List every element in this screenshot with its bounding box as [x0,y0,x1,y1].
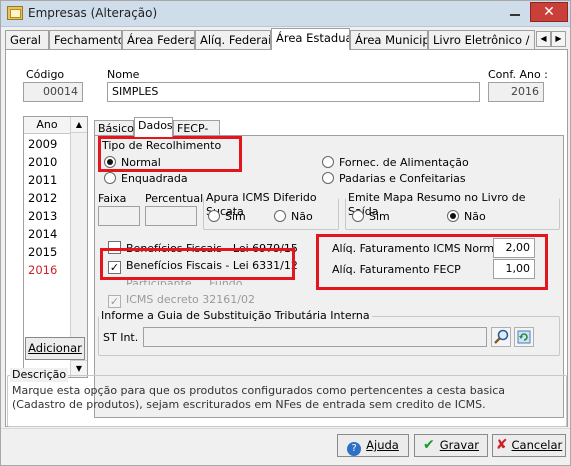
tab-livro-eletronico[interactable]: Livro Eletrônico / SF [428,30,535,49]
tab-area-federal[interactable]: Área Federal [122,30,195,49]
tab-aliq-federais[interactable]: Alíq. Federais [195,30,271,49]
emite-sim-radio[interactable]: Sim [352,210,390,224]
emite-mapa-group: Emite Mapa Resumo no Livro de Saída Sim … [345,191,560,230]
icms-decreto-checkbox[interactable]: ✓ ICMS decreto 32161/02 [108,293,255,308]
search-icon[interactable] [491,327,511,347]
icms-decreto-label: ICMS decreto 32161/02 [126,293,255,306]
st-int-field[interactable] [143,327,487,347]
radio-on-icon [447,210,459,222]
radio-fornec-label: Fornec. de Alimentação [339,156,469,169]
radio-off-icon [352,210,364,222]
radio-enquadrada-label: Enquadrada [121,172,188,185]
guia-st-label: Informe a Guia de Substituição Tributári… [99,309,372,323]
descricao-section: Descrição Marque esta opção para que os … [5,368,568,427]
inner-tab-basico[interactable]: Básico [94,120,134,136]
tab-scroll-left-icon[interactable]: ◀ [536,31,551,47]
descricao-text: Marque esta opção para que os produtos c… [12,384,506,411]
faixa-field[interactable] [98,206,140,226]
main-window: Empresas (Alteração) ✕ Geral Fechamento … [0,0,571,466]
cancel-x-icon: ✘ [495,437,508,453]
guia-st-group: Informe a Guia de Substituição Tributári… [98,309,560,356]
adicionar-label: Adicionar [28,341,82,355]
ajuda-label: Ajuda [366,438,399,452]
gravar-label: Gravar [439,438,479,452]
emite-nao-radio[interactable]: Não [447,210,486,224]
radio-off-icon [208,210,220,222]
radio-fornec-alimentacao[interactable]: Fornec. de Alimentação [322,156,469,170]
codigo-field[interactable]: 00014 [23,82,83,102]
tab-scroll-right-icon[interactable]: ▶ [551,31,566,47]
radio-off-icon [104,172,116,184]
emite-sim-label: Sim [369,210,390,223]
radio-off-icon [322,156,334,168]
nome-label: Nome [107,68,140,81]
check-icon: ✔ [422,437,435,453]
radio-padarias-label: Padarias e Confeitarias [339,172,466,185]
conf-ano-field[interactable]: 2016 [488,82,544,102]
emite-nao-label: Não [464,210,486,223]
inner-tab-dados[interactable]: Dados [134,117,173,137]
radio-off-icon [274,210,286,222]
main-tab-strip: Geral Fechamento Área Federal Alíq. Fede… [5,28,568,50]
year-item[interactable]: 2010 [28,153,70,171]
descricao-label: Descrição [10,368,69,382]
close-button[interactable]: ✕ [530,2,568,22]
year-list-header: Ano [24,117,70,134]
tab-area-municipal[interactable]: Área Municipal [350,30,428,49]
radio-padarias[interactable]: Padarias e Confeitarias [322,172,466,186]
codigo-label: Código [26,68,65,81]
apura-sim-label: Sim [225,210,246,223]
scroll-up-icon[interactable]: ▲ [71,117,87,133]
cancelar-label: Cancelar [511,438,563,452]
tab-fechamento[interactable]: Fechamento [49,30,122,49]
percentual-field[interactable] [145,206,197,226]
highlight-aliquotas [316,234,548,290]
inner-tab-fecp-rj[interactable]: FECP-RJ [173,120,220,150]
nome-field[interactable]: SIMPLES [107,82,480,102]
radio-enquadrada[interactable]: Enquadrada [104,172,188,186]
apura-nao-label: Não [291,210,313,223]
year-item[interactable]: 2013 [28,207,70,225]
descricao-group: Descrição Marque esta opção para que os … [7,368,567,427]
year-item[interactable]: 2015 [28,243,70,261]
apura-sim-radio[interactable]: Sim [208,210,246,224]
adicionar-button[interactable]: Adicionar [25,337,85,360]
cancelar-button[interactable]: ✘ Cancelar [492,434,566,457]
minimize-button[interactable] [510,14,520,16]
app-folder-icon [7,6,23,20]
help-icon: ? [347,442,362,456]
year-item[interactable]: 2012 [28,189,70,207]
faixa-label: Faixa [98,192,127,205]
st-int-label: ST Int. [103,331,139,344]
year-item[interactable]: 2011 [28,171,70,189]
footer-separator [1,428,570,429]
highlight-tipo-recolhimento [98,136,242,172]
tab-geral[interactable]: Geral [5,30,49,49]
window-title: Empresas (Alteração) [28,6,158,20]
refresh-icon[interactable] [514,327,534,347]
tab-area-estadual[interactable]: Área Estadual [271,28,350,50]
year-item[interactable]: 2014 [28,225,70,243]
apura-nao-radio[interactable]: Não [274,210,313,224]
gravar-button[interactable]: ✔ Gravar [414,434,488,457]
title-bar: Empresas (Alteração) ✕ [1,1,570,27]
apura-icms-group: Apura ICMS Diferido Sucata Sim Não [203,191,339,230]
highlight-beneficios-6331 [100,248,295,280]
checkbox-checked-icon: ✓ [108,295,121,308]
ajuda-button[interactable]: ? Ajuda [337,434,409,457]
percentual-label: Percentual [145,192,204,205]
conf-ano-label: Conf. Ano : [488,68,548,81]
radio-off-icon [322,172,334,184]
year-item[interactable]: 2009 [28,135,70,153]
year-item-selected[interactable]: 2016 [28,261,70,279]
